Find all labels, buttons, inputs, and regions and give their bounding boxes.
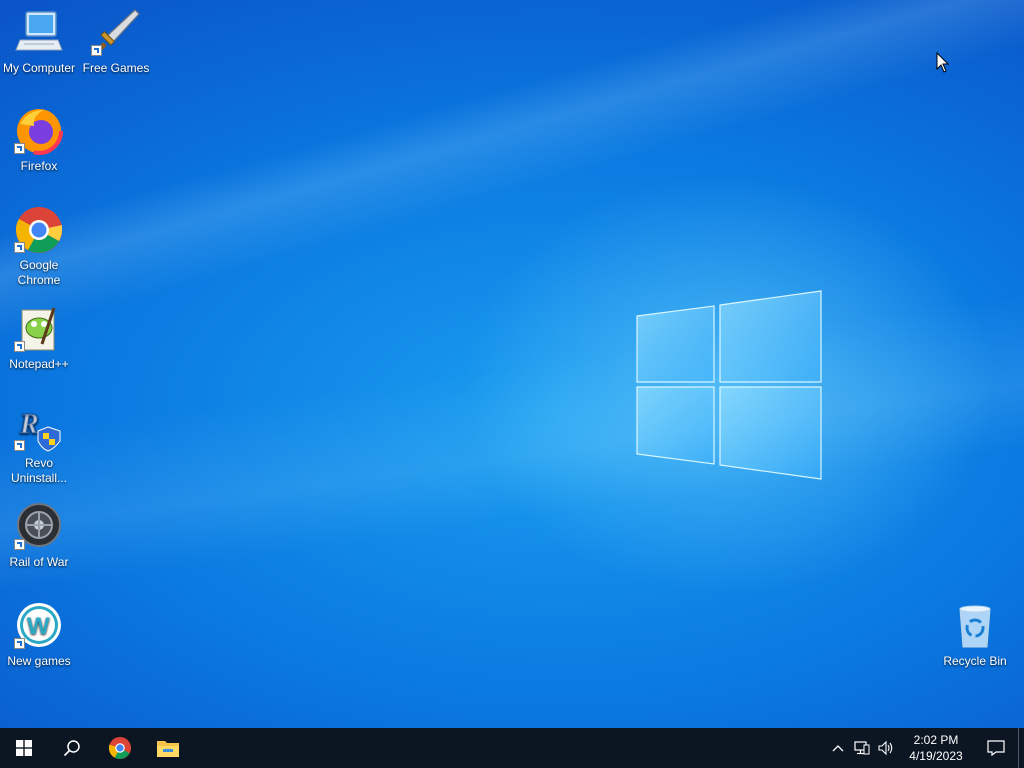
chevron-up-icon: [832, 745, 844, 752]
shortcut-arrow-icon: [14, 440, 25, 451]
action-center-icon: [987, 740, 1005, 756]
shortcut-arrow-icon: [14, 638, 25, 649]
show-hidden-icons-button[interactable]: [826, 728, 850, 768]
taskbar-chrome-button[interactable]: [96, 728, 144, 768]
icon-label: Free Games: [82, 61, 150, 75]
network-icon: [854, 741, 870, 755]
volume-button[interactable]: [874, 728, 898, 768]
svg-text:R: R: [19, 409, 39, 440]
shortcut-arrow-icon: [91, 45, 102, 56]
shortcut-arrow-icon: [14, 143, 25, 154]
start-button[interactable]: [0, 728, 48, 768]
clock-time: 2:02 PM: [913, 733, 959, 747]
desktop-icon-free-games[interactable]: Free Games: [78, 8, 154, 76]
desktop-icon-new-games[interactable]: W New games: [1, 601, 77, 669]
desktop-icon-notepad-plus-plus[interactable]: Notepad++: [1, 304, 77, 372]
icon-label: New games: [7, 654, 71, 668]
icon-label: My Computer: [2, 61, 76, 75]
show-desktop-button[interactable]: [1018, 728, 1024, 768]
computer-icon: [15, 11, 63, 51]
icon-label: Rail of War: [9, 555, 69, 569]
volume-icon: [878, 741, 893, 755]
desktop-icon-revo-uninstaller[interactable]: R Revo Uninstall...: [1, 403, 77, 486]
desktop-icon-rail-of-war[interactable]: Rail of War: [1, 502, 77, 570]
system-tray: 2:02 PM 4/19/2023: [826, 728, 1024, 768]
shortcut-arrow-icon: [14, 341, 25, 352]
windows-start-icon: [16, 740, 32, 756]
mouse-cursor-icon: [936, 52, 950, 73]
icon-label: Google Chrome: [17, 258, 61, 287]
search-button[interactable]: [48, 728, 96, 768]
shortcut-arrow-icon: [14, 242, 25, 253]
desktop-icon-my-computer[interactable]: My Computer: [1, 8, 77, 76]
shortcut-arrow-icon: [14, 539, 25, 550]
desktop-icon-google-chrome[interactable]: Google Chrome: [1, 205, 77, 288]
icon-label: Notepad++: [9, 357, 69, 371]
windows-logo-wallpaper: [636, 290, 822, 480]
taskbar: 2:02 PM 4/19/2023: [0, 728, 1024, 768]
clock-date: 4/19/2023: [909, 749, 963, 763]
svg-text:W: W: [27, 613, 50, 640]
network-button[interactable]: [850, 728, 874, 768]
desktop-icon-recycle-bin[interactable]: Recycle Bin: [937, 601, 1013, 669]
icon-label: Firefox: [20, 159, 58, 173]
recycle-bin-icon: [959, 605, 991, 648]
chrome-icon: [108, 736, 132, 760]
taskbar-file-explorer-button[interactable]: [144, 728, 192, 768]
action-center-button[interactable]: [974, 728, 1018, 768]
desktop-icon-firefox[interactable]: Firefox: [1, 106, 77, 174]
search-icon: [63, 740, 80, 757]
light-beam: [0, 0, 1024, 768]
file-explorer-icon: [157, 741, 179, 757]
icon-label: Recycle Bin: [943, 654, 1007, 668]
clock[interactable]: 2:02 PM 4/19/2023: [898, 732, 974, 764]
icon-label: Revo Uninstall...: [10, 456, 68, 485]
light-beam: [0, 0, 1024, 768]
